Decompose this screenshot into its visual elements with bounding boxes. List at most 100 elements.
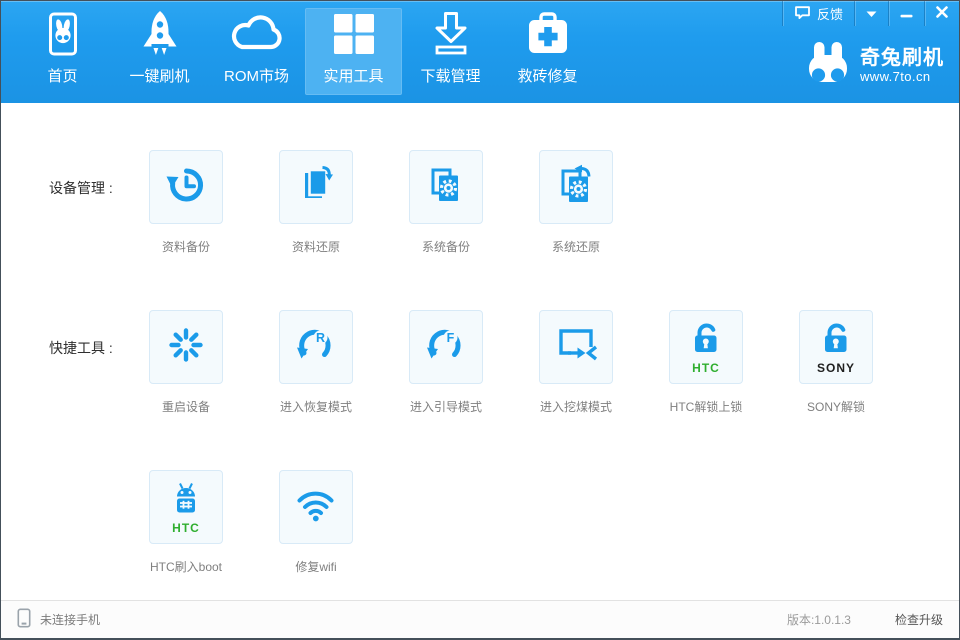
- section-device-management: 设备管理 : 资料备份: [49, 150, 959, 270]
- section-label: [49, 470, 149, 590]
- section-label: 快捷工具 :: [49, 310, 149, 430]
- logo-title: 奇兔刷机: [860, 47, 944, 69]
- status-bar: 未连接手机 版本:1.0.1.3 检查升级: [1, 600, 959, 638]
- system-restore-icon: [554, 164, 598, 211]
- download-mode-icon: [553, 326, 599, 369]
- close-icon: [936, 6, 948, 21]
- first-aid-icon: [525, 8, 571, 60]
- tool-label: SONY解锁: [807, 398, 865, 415]
- nav-item-utility-tools[interactable]: 实用工具: [305, 8, 402, 95]
- history-clock-icon: [165, 164, 207, 211]
- svg-text:F: F: [447, 331, 455, 345]
- tool-label: HTC刷入boot: [150, 558, 222, 575]
- rocket-icon: [139, 8, 181, 60]
- tool-recovery-mode: R 进入恢复模式: [279, 310, 353, 430]
- tool-label: 系统还原: [552, 238, 600, 255]
- tool-label: 重启设备: [162, 398, 210, 415]
- tools-panel: 设备管理 : 资料备份: [1, 150, 959, 590]
- tool-htc-flash-boot-button[interactable]: HTC: [149, 470, 223, 544]
- tool-system-restore-button[interactable]: [539, 150, 613, 224]
- minimize-icon: [900, 6, 913, 21]
- chevron-down-icon: [866, 6, 877, 21]
- connection-status-text: 未连接手机: [40, 611, 100, 628]
- tool-label: 资料还原: [292, 238, 340, 255]
- tool-sony-unlock: SONY SONY解锁: [799, 310, 873, 430]
- minimize-button[interactable]: [888, 1, 924, 26]
- section-quick-tools: 快捷工具 :: [49, 310, 959, 430]
- feedback-button[interactable]: 反馈: [782, 1, 854, 26]
- tool-download-mode: 进入挖煤模式: [539, 310, 613, 430]
- tool-recovery-mode-button[interactable]: R: [279, 310, 353, 384]
- logo-url: www.7to.cn: [860, 69, 944, 84]
- tool-fix-wifi-button[interactable]: [279, 470, 353, 544]
- tool-system-backup-button[interactable]: [409, 150, 483, 224]
- tool-system-restore: 系统还原: [539, 150, 613, 270]
- close-button[interactable]: [924, 1, 959, 26]
- nav-label: 救砖修复: [517, 65, 577, 86]
- speech-bubble-icon: [794, 5, 811, 23]
- tool-data-backup-button[interactable]: [149, 150, 223, 224]
- tool-label: HTC解锁上锁: [670, 398, 743, 415]
- grid-icon: [332, 8, 376, 60]
- tool-fix-wifi: 修复wifi: [279, 470, 353, 590]
- nav-label: ROM市场: [224, 65, 289, 86]
- rabbit-logo-icon: [805, 40, 851, 91]
- recovery-r-icon: R: [295, 324, 337, 371]
- download-icon: [428, 8, 474, 60]
- htc-badge: HTC: [172, 522, 200, 534]
- lock-icon: [687, 321, 725, 360]
- tool-fastboot-mode-button[interactable]: F: [409, 310, 483, 384]
- system-backup-icon: [424, 164, 468, 211]
- feedback-label: 反馈: [817, 4, 843, 23]
- version-text: 版本:1.0.1.3: [787, 611, 851, 628]
- phone-rabbit-icon: [46, 8, 80, 60]
- tool-fastboot-mode: F 进入引导模式: [409, 310, 483, 430]
- app-logo: 奇兔刷机 www.7to.cn: [805, 40, 944, 91]
- tool-restart-device: 重启设备: [149, 310, 223, 430]
- nav-label: 首页: [47, 65, 77, 86]
- tool-label: 进入引导模式: [410, 398, 482, 415]
- wifi-icon: [293, 486, 339, 529]
- tool-data-backup: 资料备份: [149, 150, 223, 270]
- android-robot-icon: [166, 481, 206, 520]
- sony-badge: SONY: [817, 362, 855, 374]
- fastboot-f-icon: F: [425, 324, 467, 371]
- nav-label: 一键刷机: [129, 65, 189, 86]
- svg-text:R: R: [316, 331, 325, 345]
- app-window: 反馈: [0, 0, 960, 640]
- tool-label: 系统备份: [422, 238, 470, 255]
- tool-sony-unlock-button[interactable]: SONY: [799, 310, 873, 384]
- tool-data-restore: 资料还原: [279, 150, 353, 270]
- tool-label: 资料备份: [162, 238, 210, 255]
- restart-burst-icon: [165, 324, 207, 371]
- htc-badge: HTC: [692, 362, 720, 374]
- tool-htc-flash-boot: HTC HTC刷入boot: [149, 470, 223, 590]
- tool-htc-unlock: HTC HTC解锁上锁: [669, 310, 743, 430]
- menu-dropdown-button[interactable]: [854, 1, 888, 26]
- nav-item-one-key-flash[interactable]: 一键刷机: [111, 8, 208, 95]
- header: 反馈: [1, 1, 959, 103]
- cloud-icon: [229, 8, 285, 60]
- tool-htc-unlock-button[interactable]: HTC: [669, 310, 743, 384]
- nav-item-brick-repair[interactable]: 救砖修复: [499, 8, 596, 95]
- nav-label: 下载管理: [420, 65, 480, 86]
- tool-download-mode-button[interactable]: [539, 310, 613, 384]
- nav-item-rom-market[interactable]: ROM市场: [208, 8, 305, 95]
- tool-label: 进入恢复模式: [280, 398, 352, 415]
- lock-icon: [817, 321, 855, 360]
- tool-label: 进入挖煤模式: [540, 398, 612, 415]
- nav-item-download-manager[interactable]: 下载管理: [402, 8, 499, 95]
- connection-status: 未连接手机: [17, 608, 100, 631]
- phone-icon: [17, 608, 31, 631]
- tool-data-restore-button[interactable]: [279, 150, 353, 224]
- section-extra-tools: HTC HTC刷入boot: [49, 470, 959, 590]
- nav-label: 实用工具: [323, 65, 383, 86]
- check-update-link[interactable]: 检查升级: [895, 611, 943, 628]
- nav-item-home[interactable]: 首页: [14, 8, 111, 95]
- titlebar-buttons: 反馈: [782, 1, 959, 26]
- section-label: 设备管理 :: [49, 150, 149, 270]
- tool-restart-device-button[interactable]: [149, 310, 223, 384]
- document-restore-icon: [295, 164, 337, 211]
- tool-label: 修复wifi: [295, 558, 336, 575]
- tool-system-backup: 系统备份: [409, 150, 483, 270]
